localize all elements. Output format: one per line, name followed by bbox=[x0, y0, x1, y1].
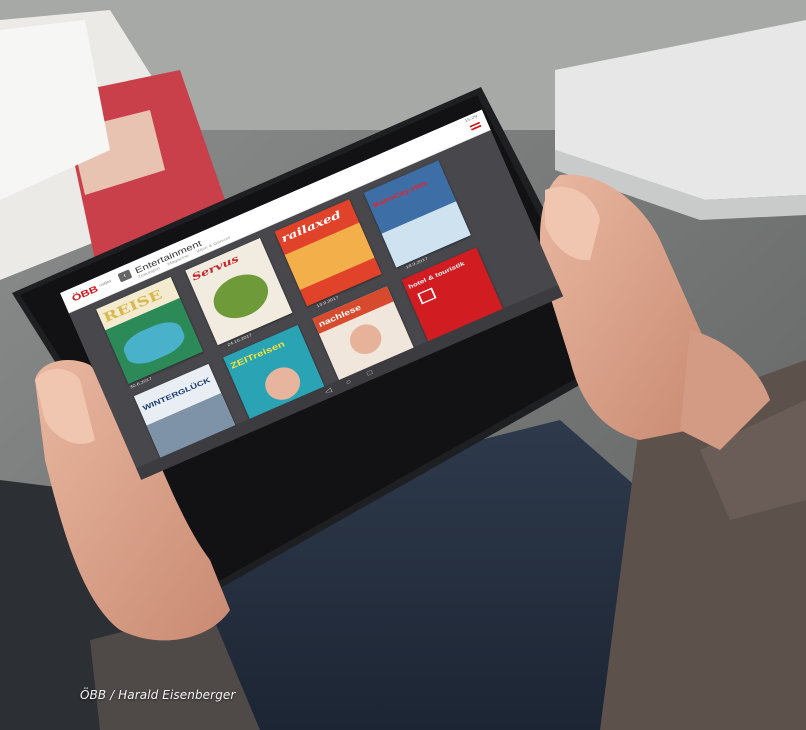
logo-subtitle: railjet bbox=[98, 279, 112, 288]
obb-logo: ÖBB bbox=[70, 283, 100, 304]
austria-flag-icon[interactable] bbox=[469, 121, 482, 131]
back-button[interactable]: ‹ bbox=[117, 269, 133, 283]
cover-title: BahnCity-Hits bbox=[372, 179, 429, 210]
home-nav-icon[interactable]: ○ bbox=[345, 378, 353, 387]
photo-scene: ÖBB railjet ‹ Entertainment Zeitungen Ma… bbox=[0, 0, 806, 730]
photo-credit: ÖBB / Harald Eisenberger bbox=[80, 688, 236, 702]
back-nav-icon[interactable]: ◁ bbox=[324, 387, 333, 396]
recents-nav-icon[interactable]: □ bbox=[366, 369, 374, 378]
